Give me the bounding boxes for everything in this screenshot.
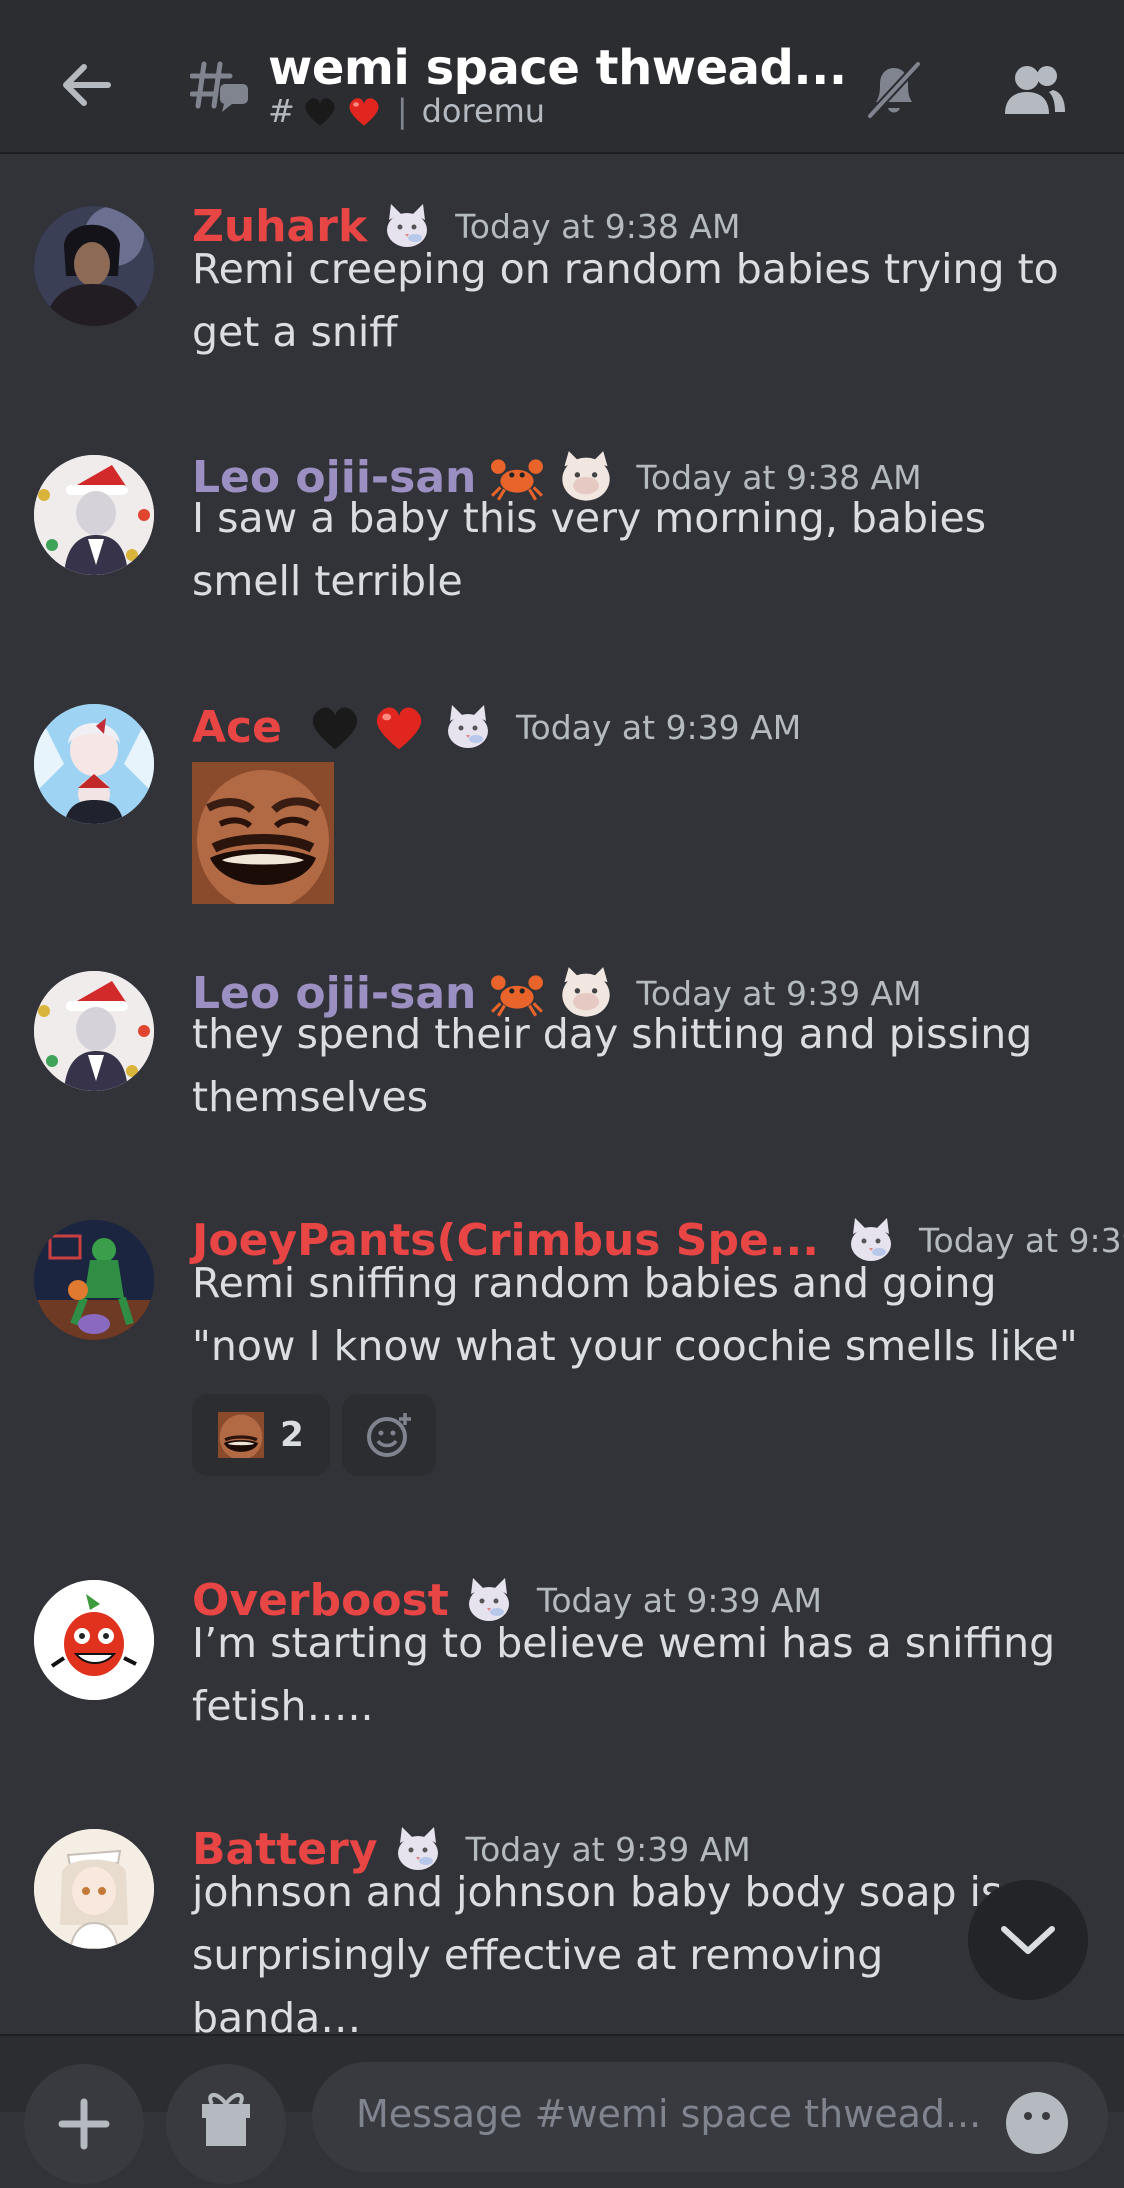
message-input[interactable]: Message #wemi space thwead...: [312, 2062, 1108, 2172]
avatar[interactable]: [34, 1580, 154, 1700]
thread-icon: [190, 58, 250, 114]
channel-hash: #: [268, 92, 295, 130]
avatar[interactable]: [34, 1220, 154, 1340]
message-text: they spend their day shitting and pissin…: [192, 1010, 1033, 1121]
avatar[interactable]: [34, 1829, 154, 1949]
subtitle-separator: |: [396, 92, 408, 130]
laughing-man-emoji-icon: [218, 1412, 265, 1458]
black-heart-icon: [306, 698, 364, 756]
reaction-button[interactable]: 2: [192, 1394, 330, 1476]
mute-button[interactable]: [856, 52, 932, 128]
timestamp: Today at 9:39 AM: [515, 707, 802, 747]
add-reaction-button[interactable]: [342, 1394, 436, 1476]
thread-subtitle[interactable]: # | doremu: [268, 92, 545, 130]
back-arrow-icon: [63, 64, 111, 106]
parent-channel-name: doremu: [421, 92, 546, 130]
attach-button[interactable]: [24, 2064, 144, 2184]
message-text: Remi creeping on random babies trying to…: [192, 245, 1059, 356]
jump-to-present-button[interactable]: [968, 1880, 1088, 2000]
message-composer: Message #wemi space thwead...: [0, 2034, 1124, 2184]
red-heart-icon: [370, 698, 428, 756]
avatar[interactable]: [34, 206, 154, 326]
red-heart-icon: [349, 98, 379, 126]
members-button[interactable]: [994, 52, 1074, 128]
chevron-down-icon: [1001, 1926, 1055, 1954]
reaction-count: 2: [280, 1415, 304, 1455]
avatar[interactable]: [34, 455, 154, 575]
avatar[interactable]: [34, 971, 154, 1091]
emoji-icon: [1024, 2112, 1050, 2120]
message-feed[interactable]: Zuhark Today at 9:38 AM Remi creeping on…: [0, 154, 1124, 2034]
mute-bell-icon: [867, 61, 921, 119]
back-button[interactable]: [50, 50, 120, 120]
plus-icon: [58, 2098, 110, 2150]
members-icon: [1005, 66, 1065, 114]
message-text: Remi sniffing random babies and going "n…: [192, 1259, 1078, 1370]
gift-button[interactable]: [166, 2064, 286, 2184]
thread-title[interactable]: wemi space thwead...: [268, 40, 847, 96]
laughing-man-emoji[interactable]: [192, 762, 334, 904]
message-text: I’m starting to believe wemi has a sniff…: [192, 1619, 1056, 1730]
author-name[interactable]: Ace: [192, 702, 282, 753]
black-heart-icon: [305, 98, 335, 126]
emoji-button[interactable]: [1006, 2092, 1068, 2154]
gift-icon: [202, 2093, 250, 2146]
avatar[interactable]: [34, 704, 154, 824]
channel-header: wemi space thwead... # | doremu: [0, 0, 1124, 154]
add-reaction-icon: [367, 1413, 411, 1457]
message-text: johnson and johnson baby body soap is su…: [192, 1868, 1003, 2034]
cat-emoji-icon: [442, 701, 494, 753]
message-text: I saw a baby this very morning, babies s…: [192, 494, 987, 605]
